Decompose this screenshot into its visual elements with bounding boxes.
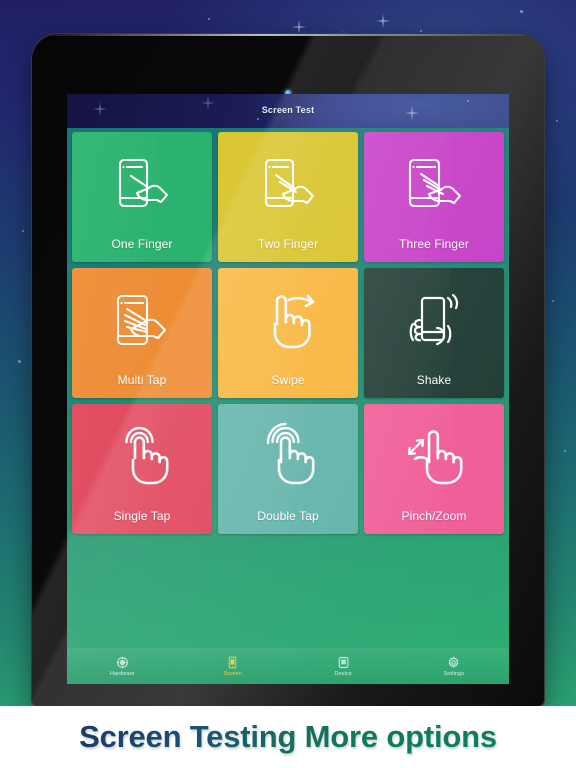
sparkle-icon [93, 102, 107, 116]
tile-pinch-zoom[interactable]: Pinch/Zoom [364, 404, 504, 534]
promo-banner-text: Screen Testing More options [79, 719, 497, 754]
device-icon [337, 656, 350, 669]
tile-two-finger[interactable]: Two Finger [218, 132, 358, 262]
star [257, 118, 259, 120]
tile-multi-tap[interactable]: Multi Tap [72, 268, 212, 398]
bezel-highlight [42, 34, 534, 36]
tab-screen[interactable]: Screen [178, 649, 289, 684]
tab-label: Hardware [109, 671, 135, 677]
star [552, 300, 554, 302]
tab-label: Settings [443, 671, 465, 677]
tile-label: Two Finger [257, 237, 319, 251]
app-screen: Screen Test One Finger Two Finger Three … [67, 94, 509, 684]
star [420, 30, 422, 32]
tab-device[interactable]: Device [288, 649, 399, 684]
tile-label: Swipe [271, 373, 305, 387]
star [520, 10, 523, 13]
double-tap-icon [251, 420, 325, 494]
promo-banner: Screen Testing More options [0, 706, 576, 768]
tile-label: Single Tap [113, 509, 171, 523]
shake-icon [397, 284, 471, 358]
swipe-icon [251, 284, 325, 358]
sparkle-icon [376, 14, 390, 28]
tile-one-finger[interactable]: One Finger [72, 132, 212, 262]
page-title: Screen Test [261, 105, 315, 115]
tab-settings[interactable]: Settings [399, 649, 510, 684]
star [564, 450, 566, 452]
pinch-zoom-icon [397, 420, 471, 494]
tile-label: Three Finger [399, 237, 469, 251]
one-finger-icon [105, 148, 179, 222]
tablet-device-frame: Screen Test One Finger Two Finger Three … [32, 34, 544, 706]
tab-hardware[interactable]: Hardware [67, 649, 178, 684]
sparkle-icon [292, 20, 306, 34]
tab-label: Screen [223, 671, 242, 677]
tab-label: Device [334, 671, 352, 677]
tile-label: Pinch/Zoom [401, 509, 467, 523]
tile-label: Shake [416, 373, 452, 387]
gesture-test-grid: One Finger Two Finger Three Finger Multi… [67, 128, 509, 534]
tile-single-tap[interactable]: Single Tap [72, 404, 212, 534]
tile-label: Double Tap [257, 509, 319, 523]
sparkle-icon [201, 96, 215, 110]
multi-tap-icon [105, 284, 179, 358]
star [467, 100, 469, 102]
star [22, 230, 24, 232]
sparkle-icon [405, 106, 419, 120]
three-finger-icon [397, 148, 471, 222]
tile-swipe[interactable]: Swipe [218, 268, 358, 398]
bottom-tab-bar: Hardware Screen Device Settings [67, 648, 509, 684]
star [556, 120, 558, 122]
tile-label: Multi Tap [117, 373, 167, 387]
tile-double-tap[interactable]: Double Tap [218, 404, 358, 534]
tile-shake[interactable]: Shake [364, 268, 504, 398]
tile-label: One Finger [111, 237, 173, 251]
tile-three-finger[interactable]: Three Finger [364, 132, 504, 262]
hardware-icon [116, 656, 129, 669]
star [208, 18, 210, 20]
screen-icon [226, 656, 239, 669]
star [18, 360, 21, 363]
single-tap-icon [105, 420, 179, 494]
app-header: Screen Test [67, 94, 509, 128]
settings-icon [447, 656, 460, 669]
two-finger-icon [251, 148, 325, 222]
